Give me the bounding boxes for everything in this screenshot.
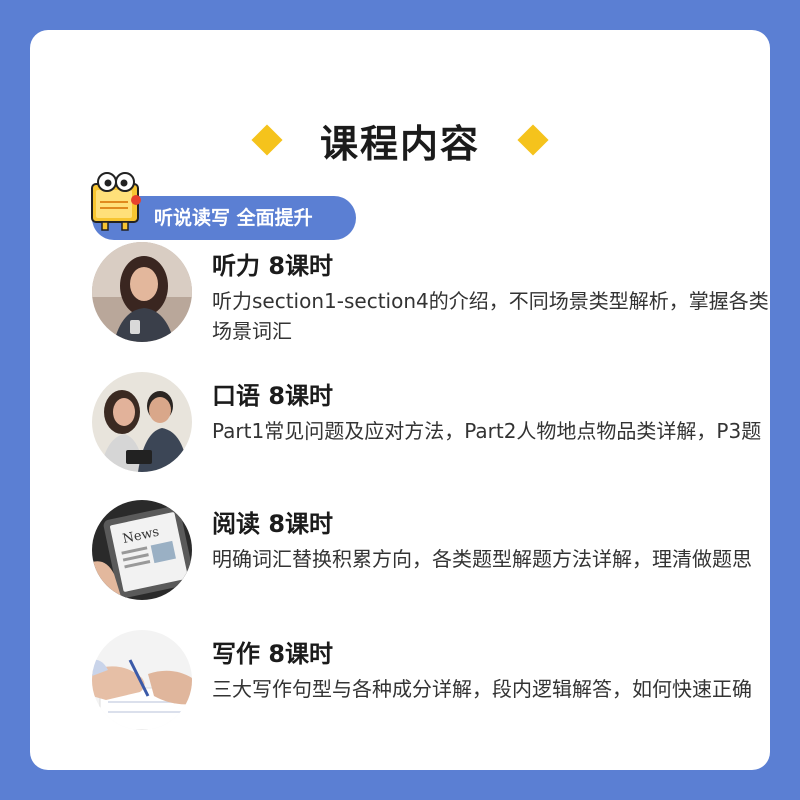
book-mascot-icon [88,170,150,234]
item-desc: Part1常见问题及应对方法，Part2人物地点物品类详解，P3题 [212,419,762,443]
woman-phone-photo [92,242,192,342]
diamond-left-icon [251,124,283,156]
item-desc: 三大写作句型与各种成分详解，段内逻辑解答，如何快速正确 [212,677,752,701]
item-title: 口语 8课时 [212,382,334,410]
tag-label: 听说读写 全面提升 [154,207,313,229]
item-desc: 明确词汇替换积累方向，各类题型解题方法详解，理清做题思 [212,547,752,571]
course-item-speaking: 口语 8课时 Part1常见问题及应对方法，Part2人物地点物品类详解，P3题 [92,372,772,472]
course-item-listening: 听力 8课时 听力section1-section4的介绍，不同场景类型解析，掌… [92,242,772,343]
item-title: 听力 8课时 [212,252,334,280]
item-desc: 听力section1-section4的介绍，不同场景类型解析，掌握各类场景词汇 [212,289,769,343]
course-card: 课程内容 听说读写 全面提升 听力 8课时 听力section1-section… [30,30,770,770]
section-title: 课程内容 [319,121,480,166]
item-title: 阅读 8课时 [212,510,334,538]
course-item-writing: 写作 8课时 三大写作句型与各种成分详解，段内逻辑解答，如何快速正确 [92,630,772,730]
couple-tablet-photo [92,372,192,472]
course-item-reading: News 阅读 8课时 明确词汇替换积累方向，各类题型解题方法详解，理清做题思 [92,500,772,600]
news-tablet-photo: News [92,500,192,600]
hand-writing-photo [92,630,192,730]
diamond-right-icon [517,124,549,156]
item-title: 写作 8课时 [212,640,334,668]
section-header: 课程内容 [30,100,770,180]
